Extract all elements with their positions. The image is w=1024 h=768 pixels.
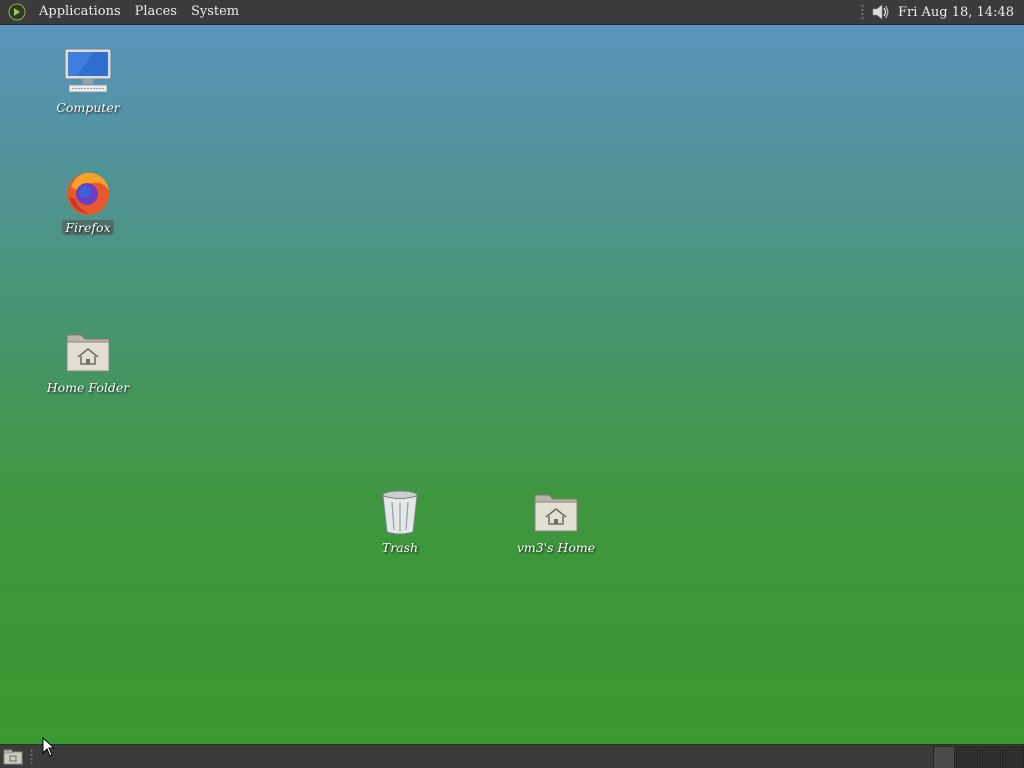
desktop-icon-label: Trash (381, 540, 419, 555)
desktop-icon-label: Home Folder (46, 380, 130, 395)
desktop-icon-home-folder[interactable]: Home Folder (40, 326, 136, 395)
workspace-2[interactable] (956, 746, 978, 768)
gnome-foot-icon[interactable] (8, 3, 26, 21)
panel-handle[interactable] (30, 749, 33, 765)
desktop-icon-computer[interactable]: Computer (40, 46, 136, 115)
bottom-panel (0, 744, 1024, 768)
desktop-icon-label: Computer (56, 100, 120, 115)
home-folder-icon (62, 326, 114, 378)
desktop-icon-trash[interactable]: Trash (352, 486, 448, 555)
computer-icon (62, 46, 114, 98)
desktop-icon-label: vm3's Home (516, 540, 596, 555)
firefox-icon (62, 166, 114, 218)
applications-menu[interactable]: Applications (32, 0, 128, 24)
clock[interactable]: Fri Aug 18, 14:48 (898, 5, 1024, 20)
panel-handle[interactable] (860, 4, 864, 20)
speaker-icon[interactable] (870, 2, 890, 22)
workspace-4[interactable] (1002, 746, 1024, 768)
desktop-icon-label: Firefox (62, 220, 114, 235)
workspace-3[interactable] (979, 746, 1001, 768)
desktop-icon-firefox[interactable]: Firefox (40, 166, 136, 235)
home-folder-icon (530, 486, 582, 538)
workspace-1[interactable] (933, 746, 955, 768)
desktop-icon-vm3-home[interactable]: vm3's Home (508, 486, 604, 555)
workspace-switcher (932, 745, 1024, 768)
show-desktop-icon[interactable] (2, 747, 24, 767)
top-panel: Applications Places System Fri Aug 18, 1… (0, 0, 1024, 25)
places-menu[interactable]: Places (128, 0, 184, 24)
system-menu[interactable]: System (184, 0, 246, 24)
trash-icon (374, 486, 426, 538)
